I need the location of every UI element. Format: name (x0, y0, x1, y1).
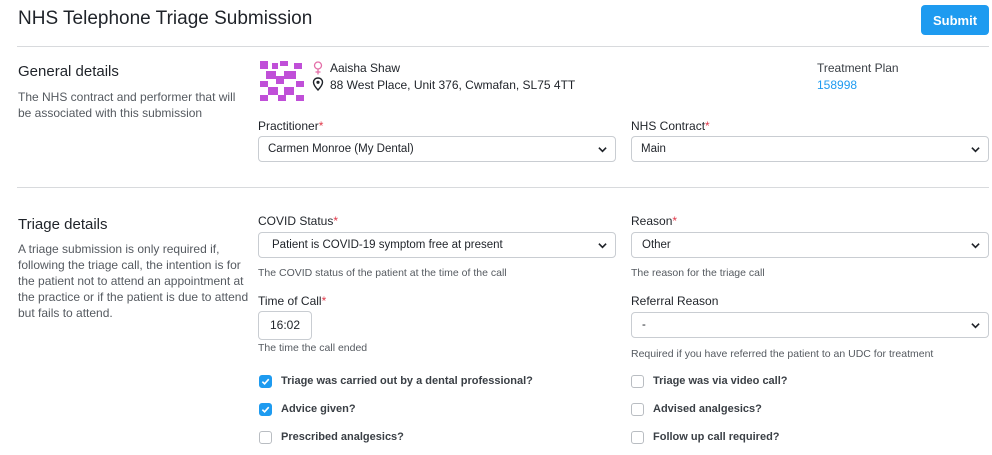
triage-details-title: Triage details (18, 216, 108, 233)
nhs-contract-value: Main (641, 143, 666, 155)
reason-select[interactable]: Other (631, 232, 989, 258)
practitioner-value: Carmen Monroe (My Dental) (268, 143, 414, 155)
time-of-call-label: Time of Call* (258, 294, 327, 308)
referral-reason-label: Referral Reason (631, 294, 719, 308)
chevron-down-icon (598, 147, 607, 153)
covid-status-label: COVID Status* (258, 214, 339, 228)
time-of-call-input[interactable]: 16:02 (258, 311, 312, 340)
covid-status-value: Patient is COVID-19 symptom free at pres… (272, 239, 503, 251)
checkbox[interactable] (631, 375, 644, 388)
treatment-plan-link[interactable]: 158998 (817, 78, 857, 92)
submit-button[interactable]: Submit (921, 5, 989, 35)
chevron-down-icon (971, 243, 980, 249)
nhs-contract-select[interactable]: Main (631, 136, 989, 162)
treatment-plan-label: Treatment Plan (817, 61, 899, 75)
checkbox-label: Advised analgesics? (653, 403, 762, 415)
general-details-title: General details (18, 63, 119, 80)
checkbox-label: Advice given? (281, 403, 356, 415)
covid-status-help: The COVID status of the patient at the t… (258, 267, 507, 279)
patient-name: Aaisha Shaw (330, 61, 401, 75)
general-details-description: The NHS contract and performer that will… (18, 90, 236, 120)
chevron-down-icon (971, 323, 980, 329)
map-pin-icon (312, 77, 324, 91)
divider (17, 46, 989, 47)
checkbox-label: Prescribed analgesics? (281, 431, 404, 443)
chevron-down-icon (971, 147, 980, 153)
patient-avatar (260, 61, 304, 101)
checkbox-label: Triage was carried out by a dental profe… (281, 375, 533, 387)
patient-address: 88 West Place, Unit 376, Cwmafan, SL75 4… (330, 78, 576, 92)
referral-reason-help: Required if you have referred the patien… (631, 348, 934, 360)
time-of-call-help: The time the call ended (258, 342, 368, 354)
reason-label: Reason* (631, 214, 678, 228)
chevron-down-icon (598, 243, 607, 249)
checkbox-label: Triage was via video call? (653, 375, 788, 387)
checkbox[interactable] (259, 375, 272, 388)
triage-details-description: A triage submission is only required if,… (18, 242, 249, 320)
referral-reason-value: - (642, 319, 646, 331)
checkbox[interactable] (259, 403, 272, 416)
divider (17, 187, 989, 188)
reason-help: The reason for the triage call (631, 267, 765, 279)
check-icon (261, 378, 270, 386)
checkbox[interactable] (631, 403, 644, 416)
practitioner-select[interactable]: Carmen Monroe (My Dental) (258, 136, 616, 162)
reason-value: Other (642, 239, 671, 251)
referral-reason-select[interactable]: - (631, 312, 989, 338)
female-icon (313, 61, 323, 75)
page-title: NHS Telephone Triage Submission (18, 8, 313, 29)
checkbox[interactable] (259, 431, 272, 444)
check-icon (261, 406, 270, 414)
checkbox[interactable] (631, 431, 644, 444)
practitioner-label: Practitioner* (258, 119, 324, 133)
checkbox-label: Follow up call required? (653, 431, 780, 443)
covid-status-select[interactable]: Patient is COVID-19 symptom free at pres… (258, 232, 616, 258)
nhs-contract-label: NHS Contract* (631, 119, 710, 133)
